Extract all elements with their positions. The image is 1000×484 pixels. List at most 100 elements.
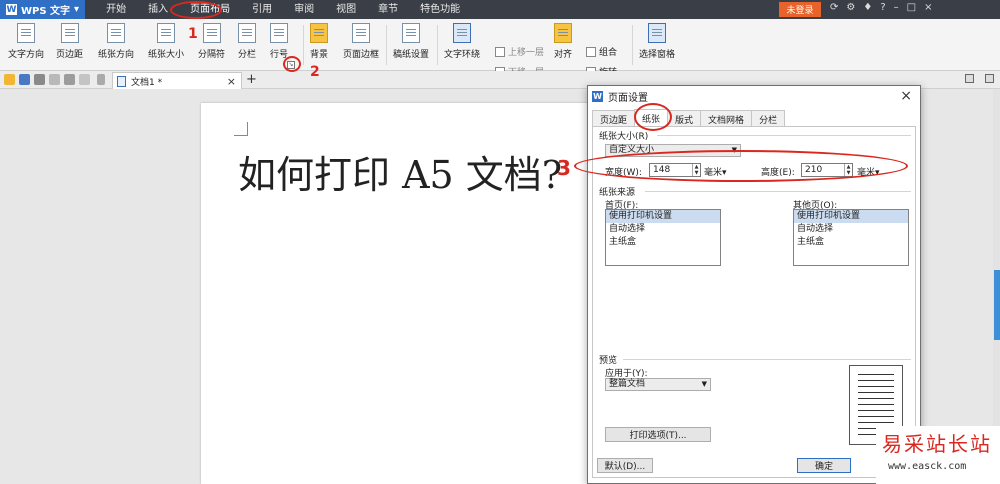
redo-icon[interactable] xyxy=(79,74,90,85)
background-label: 背景 xyxy=(310,50,329,60)
other-pages-listbox[interactable]: 使用打印机设置 自动选择 主纸盒 xyxy=(793,209,909,266)
dialog-title-bar[interactable]: W 页面设置 xyxy=(588,86,920,106)
align-button[interactable]: 对齐 xyxy=(554,23,572,60)
selection-pane-label: 选择窗格 xyxy=(639,50,676,60)
customize-dropdown-icon[interactable] xyxy=(97,74,105,85)
orientation-button[interactable]: 纸张方向 xyxy=(98,23,134,60)
menu-tabs: 开始 插入 页面布局 引用 审阅 视图 章节 特色功能 xyxy=(95,0,471,19)
dialog-title: 页面设置 xyxy=(608,92,648,104)
text-direction-button[interactable]: 文字方向 xyxy=(8,23,44,60)
app-menu-button[interactable]: W WPS 文字 ▾ xyxy=(0,0,86,19)
bring-forward-label: 上移一层 xyxy=(508,48,545,58)
close-icon[interactable]: × xyxy=(924,2,932,13)
print-icon[interactable] xyxy=(34,74,45,85)
watermark-site-name: 易采站长站 xyxy=(882,432,992,456)
text-direction-icon xyxy=(17,23,35,43)
sync-icon[interactable]: ⟳ xyxy=(830,2,838,13)
tab-home[interactable]: 开始 xyxy=(95,0,137,19)
save-icon[interactable] xyxy=(19,74,30,85)
page-border-button[interactable]: 页面边框 xyxy=(343,23,379,60)
annotation-step-1: 1 xyxy=(188,26,198,42)
annotation-step-2: 2 xyxy=(310,64,320,80)
skin-icon[interactable]: ♦ xyxy=(863,2,872,13)
margins-label: 页边距 xyxy=(56,50,84,60)
list-item[interactable]: 自动选择 xyxy=(606,223,720,236)
annotation-ellipse-dimensions xyxy=(574,150,908,182)
manuscript-button[interactable]: 稿纸设置 xyxy=(393,23,429,60)
apply-to-value: 整篇文档 xyxy=(609,379,646,389)
preview-line xyxy=(858,398,894,399)
help-icon[interactable]: ? xyxy=(880,2,885,13)
first-page-listbox[interactable]: 使用打印机设置 自动选择 主纸盒 xyxy=(605,209,721,266)
list-item[interactable]: 使用打印机设置 xyxy=(606,210,720,223)
columns-button[interactable]: 分栏 xyxy=(238,23,256,60)
list-item[interactable]: 自动选择 xyxy=(794,223,908,236)
open-icon[interactable] xyxy=(4,74,15,85)
tab-review[interactable]: 审阅 xyxy=(283,0,325,19)
tab-sections[interactable]: 章节 xyxy=(367,0,409,19)
paper-source-group-label: 纸张来源 xyxy=(599,188,636,198)
watermark-site-url: www.easck.com xyxy=(888,461,967,472)
preview-line xyxy=(858,380,894,381)
tab-view[interactable]: 视图 xyxy=(325,0,367,19)
default-button[interactable]: 默认(D)... xyxy=(597,458,653,473)
document-body-text[interactable]: 如何打印 A5 文档? xyxy=(238,144,562,199)
selection-pane-button[interactable]: 选择窗格 xyxy=(639,23,675,60)
bring-forward-button[interactable]: 上移一层 xyxy=(495,45,544,58)
print-options-button[interactable]: 打印选项(T)... xyxy=(605,427,711,442)
columns-label: 分栏 xyxy=(238,50,257,60)
tab-references[interactable]: 引用 xyxy=(241,0,283,19)
preview-line xyxy=(858,416,894,417)
text-wrap-icon xyxy=(453,23,471,43)
close-tab-icon[interactable]: × xyxy=(227,75,236,88)
manuscript-icon xyxy=(402,23,420,43)
page-border-icon xyxy=(352,23,370,43)
group-label: 组合 xyxy=(599,48,618,58)
preview-line xyxy=(858,392,894,393)
margins-button[interactable]: 页边距 xyxy=(56,23,83,60)
list-item[interactable]: 主纸盒 xyxy=(606,236,720,249)
ok-button[interactable]: 确定 xyxy=(797,458,851,473)
close-pane-icon[interactable] xyxy=(985,74,994,83)
page-setup-dialog: W 页面设置 × 页边距 纸张 版式 文档网格 分栏 纸张大小(R) 自定义大小… xyxy=(587,85,921,484)
apply-to-select[interactable]: 整篇文档 ▼ xyxy=(605,378,711,391)
text-wrap-button[interactable]: 文字环绕 xyxy=(444,23,480,60)
line-numbers-button[interactable]: 行号 xyxy=(270,23,288,60)
tab-features[interactable]: 特色功能 xyxy=(409,0,471,19)
preview-line xyxy=(858,374,894,375)
annotation-circle-launcher xyxy=(283,56,301,72)
minimize-icon[interactable]: – xyxy=(894,2,899,13)
document-tab[interactable]: 文档1 * × xyxy=(112,72,242,89)
preview-line xyxy=(858,404,894,405)
preview-line xyxy=(858,422,894,423)
title-bar: W WPS 文字 ▾ 开始 插入 页面布局 引用 审阅 视图 章节 特色功能 未… xyxy=(0,0,1000,19)
paper-size-icon xyxy=(157,23,175,43)
wps-logo-icon: W xyxy=(6,4,17,15)
page-border-label: 页面边框 xyxy=(343,50,380,60)
list-item[interactable]: 使用打印机设置 xyxy=(794,210,908,223)
new-tab-button[interactable]: + xyxy=(246,72,257,87)
group-divider xyxy=(657,135,911,136)
close-icon[interactable]: × xyxy=(900,88,912,104)
breaks-button[interactable]: 分隔符 xyxy=(198,23,225,60)
scrollbar-thumb[interactable] xyxy=(994,270,1000,340)
chevron-down-icon: ▼ xyxy=(701,380,707,388)
watermark: 易采站长站 www.easck.com xyxy=(876,426,1000,484)
orientation-label: 纸张方向 xyxy=(98,50,135,60)
list-item[interactable]: 主纸盒 xyxy=(794,236,908,249)
paper-size-button[interactable]: 纸张大小 xyxy=(148,23,184,60)
margins-icon xyxy=(60,23,79,43)
login-button[interactable]: 未登录 xyxy=(779,2,821,17)
preview-line xyxy=(858,386,894,387)
group-button[interactable]: 组合 xyxy=(586,45,617,58)
preview-group-label: 预览 xyxy=(599,356,618,366)
group-divider xyxy=(623,359,911,360)
print-preview-icon[interactable] xyxy=(49,74,60,85)
restore-pane-icon[interactable] xyxy=(965,74,974,83)
undo-icon[interactable] xyxy=(64,74,75,85)
maximize-icon[interactable]: □ xyxy=(907,2,916,13)
ribbon-divider xyxy=(437,25,438,65)
background-button[interactable]: 背景 xyxy=(310,23,328,60)
settings-icon[interactable]: ⚙ xyxy=(846,2,855,13)
text-wrap-label: 文字环绕 xyxy=(444,50,481,60)
